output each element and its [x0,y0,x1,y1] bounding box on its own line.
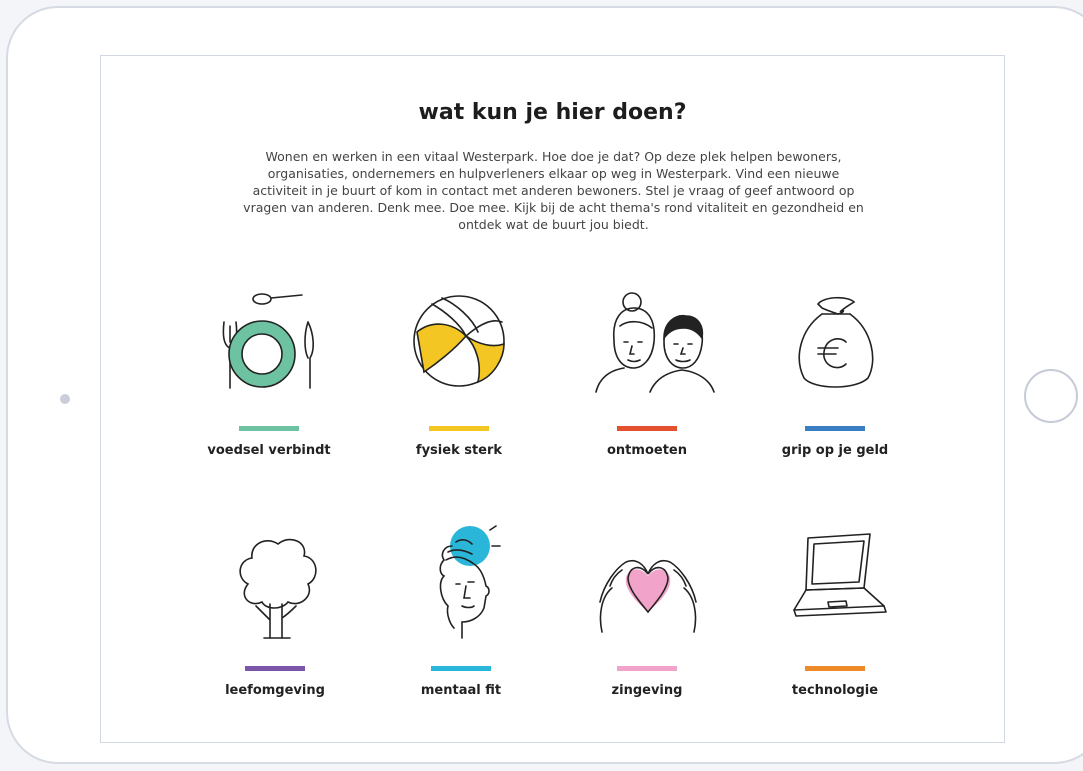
color-bar [805,426,865,431]
tablet-frame: wat kun je hier doen? Wonen en werken in… [6,6,1083,764]
theme-leefomgeving[interactable]: leefomgeving [185,524,365,698]
heart-hands-icon [599,559,697,633]
volleyball-icon [413,295,505,387]
head-thought-icon [439,525,501,639]
two-people-icon [595,292,715,393]
color-bar [617,426,677,431]
theme-label: zingeving [611,683,683,698]
color-bar [617,666,677,671]
color-bar [245,666,305,671]
color-bar [239,426,299,431]
theme-label: leefomgeving [225,683,325,698]
page-title: wat kun je hier doen? [418,100,687,125]
theme-label: voedsel verbindt [207,443,331,458]
euro-moneybag-icon [798,296,874,388]
laptop-icon [793,533,887,617]
home-button[interactable] [1024,369,1078,423]
theme-label: grip op je geld [781,443,889,458]
theme-ontmoeten[interactable]: ontmoeten [557,284,737,458]
camera-dot [60,394,70,404]
theme-label: fysiek sterk [415,443,503,458]
theme-label: mentaal fit [420,683,502,698]
theme-voedsel-verbindt[interactable]: voedsel verbindt [179,284,359,458]
color-bar [805,666,865,671]
color-bar [429,426,489,431]
plate-cutlery-icon [222,293,314,389]
tree-icon [239,538,317,639]
theme-mentaal-fit[interactable]: mentaal fit [371,524,551,698]
theme-fysiek-sterk[interactable]: fysiek sterk [369,284,549,458]
theme-grip-op-je-geld[interactable]: grip op je geld [745,284,925,458]
theme-label: technologie [791,683,879,698]
intro-text: Wonen en werken in een vitaal Westerpark… [243,149,864,232]
theme-label: ontmoeten [607,443,687,458]
theme-zingeving[interactable]: zingeving [557,524,737,698]
color-bar [431,666,491,671]
theme-technologie[interactable]: technologie [745,524,925,698]
screen: wat kun je hier doen? Wonen en werken in… [100,55,1005,743]
